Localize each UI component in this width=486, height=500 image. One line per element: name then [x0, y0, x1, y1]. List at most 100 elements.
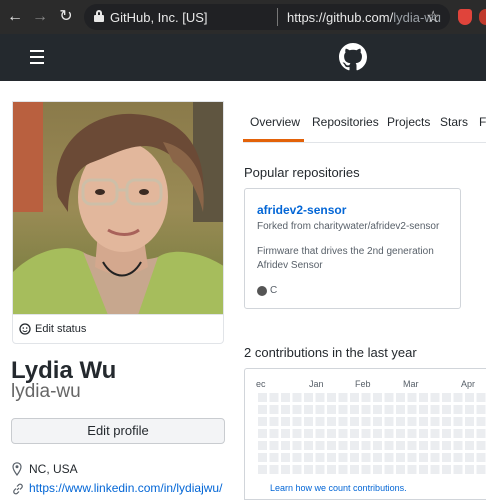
- contribution-day-cell[interactable]: [373, 393, 382, 402]
- contribution-day-cell[interactable]: [465, 393, 474, 402]
- contribution-day-cell[interactable]: [430, 441, 440, 450]
- contribution-day-cell[interactable]: [281, 405, 290, 414]
- contribution-day-cell[interactable]: [292, 417, 302, 426]
- contribution-day-cell[interactable]: [419, 405, 428, 414]
- contribution-day-cell[interactable]: [384, 429, 394, 438]
- contribution-day-cell[interactable]: [338, 441, 348, 450]
- contribution-day-cell[interactable]: [430, 393, 440, 402]
- contribution-day-cell[interactable]: [315, 429, 325, 438]
- contribution-day-cell[interactable]: [453, 453, 463, 462]
- contribution-day-cell[interactable]: [350, 417, 359, 426]
- contribution-day-cell[interactable]: [465, 429, 474, 438]
- contribution-day-cell[interactable]: [430, 417, 440, 426]
- contribution-day-cell[interactable]: [281, 441, 290, 450]
- contribution-day-cell[interactable]: [442, 453, 451, 462]
- contribution-day-cell[interactable]: [350, 453, 359, 462]
- contribution-day-cell[interactable]: [315, 453, 325, 462]
- contribution-day-cell[interactable]: [465, 405, 474, 414]
- contribution-day-cell[interactable]: [327, 405, 336, 414]
- contribution-day-cell[interactable]: [442, 405, 451, 414]
- contribution-day-cell[interactable]: [269, 465, 279, 474]
- edit-profile-button[interactable]: Edit profile: [11, 418, 225, 444]
- contribution-day-cell[interactable]: [304, 465, 313, 474]
- contribution-day-cell[interactable]: [396, 405, 405, 414]
- contribution-day-cell[interactable]: [350, 405, 359, 414]
- contribution-day-cell[interactable]: [373, 441, 382, 450]
- tab-overview[interactable]: Overview: [250, 115, 300, 129]
- contribution-day-cell[interactable]: [269, 441, 279, 450]
- contribution-day-cell[interactable]: [384, 405, 394, 414]
- extension-shield-icon[interactable]: [458, 9, 472, 25]
- contribution-day-cell[interactable]: [269, 453, 279, 462]
- website-link[interactable]: https://www.linkedin.com/in/lydiajwu/: [29, 481, 222, 495]
- contribution-day-cell[interactable]: [442, 441, 451, 450]
- contribution-day-cell[interactable]: [465, 465, 474, 474]
- contribution-day-cell[interactable]: [373, 405, 382, 414]
- contribution-day-cell[interactable]: [453, 393, 463, 402]
- contribution-day-cell[interactable]: [338, 429, 348, 438]
- contribution-day-cell[interactable]: [292, 465, 302, 474]
- contribution-day-cell[interactable]: [453, 417, 463, 426]
- contribution-day-cell[interactable]: [361, 441, 371, 450]
- contribution-day-cell[interactable]: [327, 429, 336, 438]
- contribution-day-cell[interactable]: [476, 417, 486, 426]
- contribution-day-cell[interactable]: [315, 417, 325, 426]
- contribution-day-cell[interactable]: [350, 465, 359, 474]
- hamburger-menu-icon[interactable]: [30, 50, 44, 68]
- contribution-day-cell[interactable]: [384, 453, 394, 462]
- contribution-day-cell[interactable]: [258, 393, 267, 402]
- contribution-day-cell[interactable]: [292, 441, 302, 450]
- contribution-day-cell[interactable]: [338, 417, 348, 426]
- contribution-day-cell[interactable]: [407, 441, 417, 450]
- contribution-day-cell[interactable]: [361, 405, 371, 414]
- contribution-day-cell[interactable]: [258, 441, 267, 450]
- contribution-day-cell[interactable]: [281, 417, 290, 426]
- contribution-day-cell[interactable]: [453, 405, 463, 414]
- contribution-day-cell[interactable]: [396, 393, 405, 402]
- contribution-day-cell[interactable]: [315, 441, 325, 450]
- contribution-day-cell[interactable]: [327, 417, 336, 426]
- contribution-day-cell[interactable]: [281, 393, 290, 402]
- contribution-day-cell[interactable]: [419, 453, 428, 462]
- contribution-day-cell[interactable]: [361, 465, 371, 474]
- contribution-day-cell[interactable]: [304, 453, 313, 462]
- contribution-day-cell[interactable]: [430, 429, 440, 438]
- learn-contributions-link[interactable]: Learn how we count contributions.: [270, 483, 407, 493]
- contribution-day-cell[interactable]: [407, 453, 417, 462]
- contribution-day-cell[interactable]: [281, 465, 290, 474]
- bookmark-star-icon[interactable]: ☆: [426, 7, 440, 27]
- address-bar[interactable]: GitHub, Inc. [US] https://github.com/lyd…: [84, 4, 450, 30]
- contribution-day-cell[interactable]: [258, 405, 267, 414]
- contribution-day-cell[interactable]: [476, 441, 486, 450]
- contribution-day-cell[interactable]: [419, 429, 428, 438]
- contribution-day-cell[interactable]: [292, 405, 302, 414]
- contribution-day-cell[interactable]: [396, 417, 405, 426]
- contribution-day-cell[interactable]: [442, 417, 451, 426]
- contribution-day-cell[interactable]: [396, 465, 405, 474]
- contribution-day-cell[interactable]: [350, 429, 359, 438]
- tab-followers[interactable]: F: [479, 115, 486, 129]
- contribution-day-cell[interactable]: [465, 417, 474, 426]
- contribution-day-cell[interactable]: [327, 453, 336, 462]
- contribution-day-cell[interactable]: [419, 465, 428, 474]
- contribution-day-cell[interactable]: [361, 393, 371, 402]
- contribution-day-cell[interactable]: [476, 393, 486, 402]
- contribution-day-cell[interactable]: [384, 417, 394, 426]
- contribution-day-cell[interactable]: [430, 405, 440, 414]
- contribution-day-cell[interactable]: [442, 429, 451, 438]
- contribution-day-cell[interactable]: [338, 393, 348, 402]
- contribution-day-cell[interactable]: [327, 441, 336, 450]
- contribution-day-cell[interactable]: [407, 417, 417, 426]
- profile-avatar[interactable]: [12, 101, 224, 314]
- contribution-day-cell[interactable]: [281, 429, 290, 438]
- contribution-day-cell[interactable]: [373, 429, 382, 438]
- contribution-day-cell[interactable]: [269, 393, 279, 402]
- contribution-day-cell[interactable]: [258, 417, 267, 426]
- contribution-day-cell[interactable]: [430, 453, 440, 462]
- contribution-day-cell[interactable]: [407, 393, 417, 402]
- contribution-day-cell[interactable]: [396, 429, 405, 438]
- contribution-day-cell[interactable]: [304, 393, 313, 402]
- github-octocat-logo[interactable]: [339, 43, 367, 71]
- contribution-day-cell[interactable]: [453, 465, 463, 474]
- contribution-day-cell[interactable]: [396, 441, 405, 450]
